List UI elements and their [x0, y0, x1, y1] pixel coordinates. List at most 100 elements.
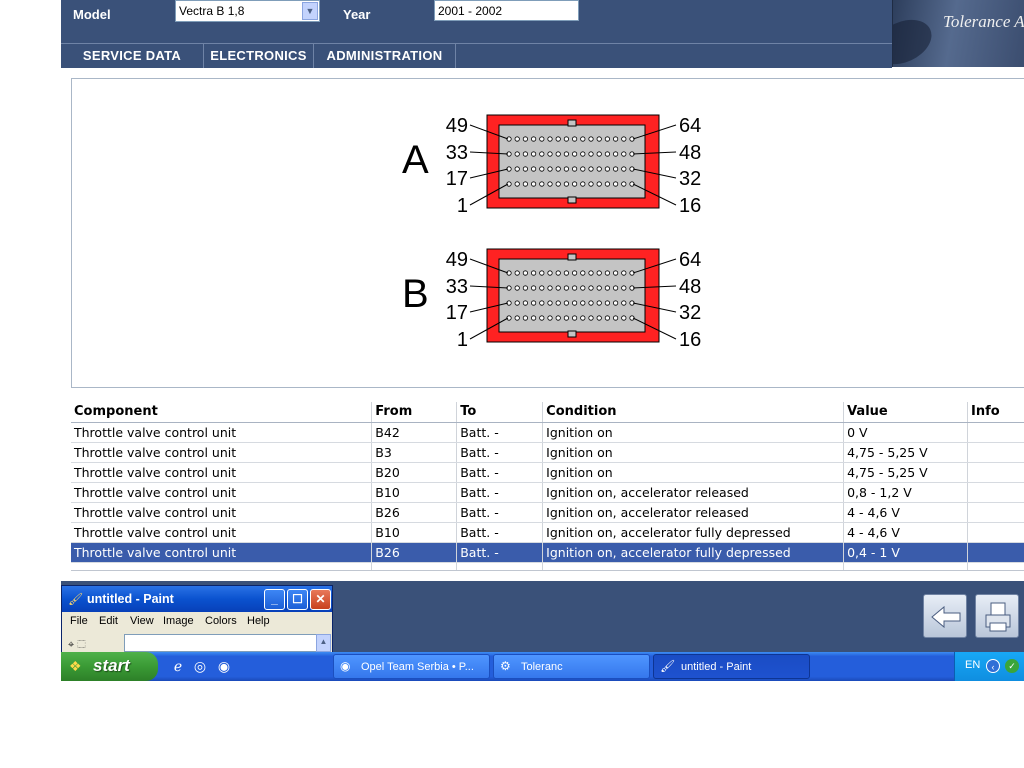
paint-canvas[interactable]: [124, 634, 318, 652]
table-row[interactable]: Throttle valve control unit B26 Batt. - Ign…: [71, 502, 1024, 523]
model-value: Vectra B 1,8: [179, 4, 245, 18]
connector-pin: [547, 285, 553, 291]
connector-pin: [522, 300, 528, 306]
connector-pin: [588, 315, 594, 321]
maximize-button[interactable]: ☐: [287, 589, 308, 610]
connector-pin: [580, 285, 586, 291]
col-header-condition[interactable]: Condition: [542, 402, 845, 423]
connector-pin: [588, 270, 594, 276]
connector-pin: [621, 270, 627, 276]
cell-condition: Ignition on: [542, 462, 845, 483]
close-button[interactable]: ✕: [310, 589, 331, 610]
cell-to: Batt. -: [456, 542, 544, 563]
back-button[interactable]: [923, 594, 967, 638]
menu-image[interactable]: Image: [163, 615, 194, 627]
nav-service-data[interactable]: SERVICE DATA: [61, 44, 204, 68]
connector-pin: [580, 270, 586, 276]
connector-pin: [563, 181, 569, 187]
connector-pin: [588, 300, 594, 306]
pin-label-left: 17: [446, 302, 468, 324]
year-field[interactable]: 2001 - 2002: [434, 0, 579, 21]
paint-tool-icons[interactable]: ⌖ ⬚: [68, 639, 86, 652]
menu-edit[interactable]: Edit: [99, 615, 118, 627]
connector-key: [567, 196, 577, 204]
browser-refresh-icon[interactable]: ◎: [191, 657, 209, 675]
cell-from: B3: [371, 442, 458, 463]
connector-pin: [547, 181, 553, 187]
connector-pin: [539, 270, 545, 276]
table-row[interactable]: Throttle valve control unit B3 Batt. - Igni…: [71, 442, 1024, 463]
print-button[interactable]: [975, 594, 1019, 638]
connector-pin: [596, 181, 602, 187]
connector-pin: [514, 181, 520, 187]
col-header-to[interactable]: To: [456, 402, 544, 423]
connector-pin: [604, 136, 611, 142]
connector-pin: [621, 315, 627, 321]
connector-pin: [596, 285, 602, 291]
cell-value: 0 V: [843, 422, 969, 443]
paint-window[interactable]: 🖌 untitled - Paint _ ☐ ✕ File Edit View …: [61, 585, 333, 654]
cell-to: Batt. -: [456, 422, 544, 443]
task-untitled-paint[interactable]: 🖌 untitled - Paint: [653, 654, 810, 679]
connector-pin: [555, 270, 561, 276]
connector-pin: [621, 300, 627, 306]
table-row[interactable]: Throttle valve control unit B42 Batt. - Ign…: [71, 422, 1024, 443]
menu-file[interactable]: File: [70, 615, 88, 627]
connector-pin: [580, 151, 586, 157]
connector-pin: [596, 166, 602, 172]
col-header-info[interactable]: Info: [967, 402, 1024, 423]
nav-administration[interactable]: ADMINISTRATION: [314, 44, 456, 68]
col-header-from[interactable]: From: [371, 402, 458, 423]
tray-shield-icon[interactable]: ✓: [1005, 659, 1019, 673]
taskbar: ❖ start ℯ ◎ ◉ ◉ Opel Team Serbia • P... …: [61, 652, 1024, 681]
pin-label-left: 17: [446, 168, 468, 190]
connector-insert: [498, 124, 646, 199]
connector-pin: [555, 181, 561, 187]
logo-text: Tolerance A: [943, 12, 1024, 31]
table-row[interactable]: Throttle valve control unit B26 Batt. - Ign…: [71, 542, 1024, 563]
task-tolerance[interactable]: ⚙ Toleranc: [493, 654, 650, 679]
chrome-icon[interactable]: ◉: [215, 657, 233, 675]
menu-view[interactable]: View: [130, 615, 154, 627]
pin-label-left: 33: [446, 142, 468, 164]
cell-from: B10: [371, 482, 458, 503]
measurement-table: Component From To Condition Value Info T…: [71, 402, 1024, 571]
connector-pin: [563, 285, 569, 291]
cell-condition: Ignition on, accelerator released: [542, 482, 845, 503]
col-header-component[interactable]: Component: [71, 402, 373, 423]
chevron-down-icon[interactable]: ▼: [302, 2, 318, 20]
pin-label-left: 1: [457, 195, 468, 217]
connector-pin: [612, 315, 619, 321]
cell-to: Batt. -: [456, 522, 544, 543]
col-header-value[interactable]: Value: [843, 402, 969, 423]
connector-pin: [530, 270, 537, 276]
internet-explorer-icon[interactable]: ℯ: [169, 657, 187, 675]
menu-colors[interactable]: Colors: [205, 615, 237, 627]
task-opel-team-serbia[interactable]: ◉ Opel Team Serbia • P...: [333, 654, 490, 679]
paint-menu-bar: File Edit View Image Colors Help: [62, 613, 332, 631]
cell-to: Batt. -: [456, 442, 544, 463]
table-row[interactable]: Throttle valve control unit B20 Batt. - Ign…: [71, 462, 1024, 483]
cell-value: 0,8 - 1,2 V: [843, 482, 969, 503]
menu-help[interactable]: Help: [247, 615, 270, 627]
system-tray: EN ‹ ✓: [954, 652, 1024, 681]
connector-pin: [621, 285, 627, 291]
model-select[interactable]: Vectra B 1,8 ▼: [175, 0, 320, 22]
table-row[interactable]: Throttle valve control unit B10 Batt. - Ign…: [71, 522, 1024, 543]
connector-pin: [563, 166, 569, 172]
minimize-button[interactable]: _: [264, 589, 285, 610]
cell-component: Throttle valve control unit: [71, 522, 373, 543]
back-arrow-icon: [931, 605, 961, 629]
table-body: Throttle valve control unit B42 Batt. - Ign…: [71, 422, 1024, 571]
tray-arrow-icon[interactable]: ‹: [986, 659, 1000, 673]
language-indicator[interactable]: EN: [965, 659, 980, 671]
table-row[interactable]: Throttle valve control unit B10 Batt. - Ign…: [71, 482, 1024, 503]
scroll-up-icon[interactable]: ▲: [316, 634, 331, 652]
connector-pin: [514, 285, 520, 291]
start-button[interactable]: ❖ start: [61, 652, 158, 681]
pin-label-left: 33: [446, 276, 468, 298]
connector-pin: [604, 270, 611, 276]
paint-title-bar[interactable]: 🖌 untitled - Paint _ ☐ ✕: [62, 586, 332, 612]
pin-label-right: 64: [679, 249, 701, 271]
nav-electronics[interactable]: ELECTRONICS: [204, 44, 314, 68]
